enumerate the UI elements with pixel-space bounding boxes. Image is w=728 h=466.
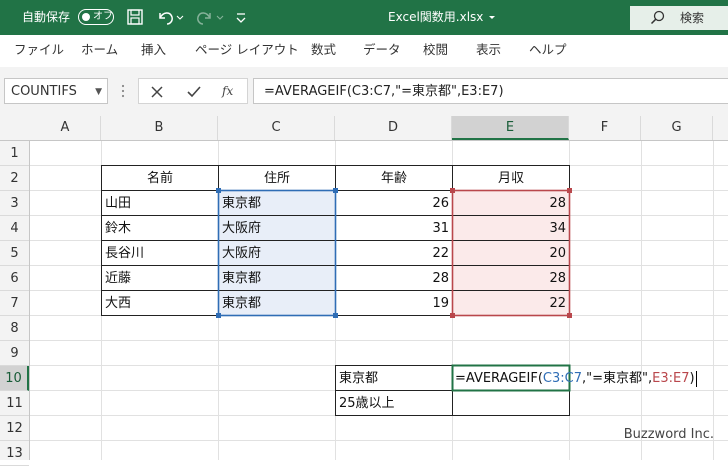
tab-review[interactable]: 校閲 [423, 42, 448, 58]
file-name[interactable]: Excel関数用.xlsx [388, 9, 483, 25]
tab-formulas[interactable]: 数式 [311, 42, 336, 58]
customize-quick-access-icon[interactable] [234, 7, 248, 27]
autosave-label: 自動保存 [22, 10, 71, 24]
column-header-c[interactable]: C [218, 116, 335, 140]
autosave-state: オフ [93, 11, 113, 22]
toggle-knob [82, 12, 90, 21]
tab-file[interactable]: ファイル [14, 42, 64, 58]
table-cell-income[interactable]: 34 [453, 216, 569, 241]
tab-insert[interactable]: 挿入 [141, 42, 166, 58]
row-header-3[interactable]: 3 [0, 191, 29, 216]
tab-view[interactable]: 表示 [476, 42, 501, 58]
table-header-income[interactable]: 月収 [453, 166, 569, 191]
column-header-d[interactable]: D [335, 116, 452, 140]
redo-icon[interactable] [195, 7, 225, 27]
table-header-age[interactable]: 年齢 [336, 166, 452, 191]
table-cell-age[interactable]: 19 [336, 291, 452, 316]
row-header-9[interactable]: 9 [0, 341, 29, 366]
column-headers: A B C D E F G [0, 116, 728, 141]
text-cursor [695, 370, 697, 387]
table-cell-income[interactable]: 28 [453, 266, 569, 291]
search-box[interactable]: 検索 [630, 6, 728, 30]
table-cell-name[interactable]: 長谷川 [102, 241, 218, 266]
row-header-6[interactable]: 6 [0, 266, 29, 291]
row-header-7[interactable]: 7 [0, 291, 29, 316]
column-header-a[interactable]: A [30, 116, 101, 140]
formula-text: =AVERAGEIF(C3:C7,"=東京都",E3:E7) [264, 84, 504, 99]
insert-function-icon[interactable]: fx [222, 82, 233, 100]
table-cell-age[interactable]: 22 [336, 241, 452, 266]
table-cell-name[interactable]: 近藤 [102, 266, 218, 291]
ribbon-tabs: ファイル ホーム 挿入 ページ レイアウト 数式 データ 校閲 表示 ヘルプ [0, 35, 728, 68]
tab-page-layout[interactable]: ページ レイアウト [195, 42, 299, 58]
tab-help[interactable]: ヘルプ [529, 42, 567, 58]
table-cell-age[interactable]: 26 [336, 191, 452, 216]
column-header-b[interactable]: B [101, 116, 218, 140]
column-header-f[interactable]: F [569, 116, 641, 140]
table-cell-age[interactable]: 31 [336, 216, 452, 241]
row-headers: 1 2 3 4 5 6 7 8 9 10 11 12 13 [0, 141, 30, 466]
watermark: Buzzword Inc. [623, 427, 714, 442]
chevron-down-icon[interactable] [488, 14, 496, 22]
table-cell-address[interactable]: 東京都 [219, 291, 335, 316]
formula-input[interactable]: =AVERAGEIF(C3:C7,"=東京都",E3:E7) [253, 78, 728, 104]
table-cell-address[interactable]: 東京都 [219, 191, 335, 216]
more-options-icon[interactable] [120, 84, 126, 98]
table-cell-address[interactable]: 大阪府 [219, 241, 335, 266]
autosave-toggle[interactable]: オフ [78, 9, 114, 25]
table-cell-name[interactable]: 大西 [102, 291, 218, 316]
column-header-g[interactable]: G [641, 116, 713, 140]
table-cell-name[interactable]: 山田 [102, 191, 218, 216]
criteria-tokyo[interactable]: 東京都 [336, 366, 452, 391]
table-cell-income[interactable]: 20 [453, 241, 569, 266]
criteria-age-25-plus[interactable]: 25歳以上 [336, 391, 452, 416]
table-header-name[interactable]: 名前 [102, 166, 218, 191]
name-box-dropdown-icon[interactable]: ▼ [95, 84, 102, 100]
search-icon [650, 10, 665, 25]
formula-bar: COUNTIFS ▼ fx =AVERAGEIF(C3:C7,"=東京都",E3… [0, 67, 728, 116]
row-header-12[interactable]: 12 [0, 416, 29, 441]
editing-cell-formula[interactable]: =AVERAGEIF(C3:C7,"=東京都",E3:E7) [453, 366, 728, 391]
table-header-address[interactable]: 住所 [219, 166, 335, 191]
formula-criteria: ,"=東京都", [581, 371, 653, 386]
row-header-10[interactable]: 10 [0, 366, 29, 391]
row-header-13[interactable]: 13 [0, 441, 29, 466]
formula-prefix: =AVERAGEIF( [455, 371, 543, 386]
enter-check-icon[interactable] [186, 85, 202, 99]
name-box[interactable]: COUNTIFS ▼ [4, 78, 108, 104]
title-bar: 自動保存 オフ Excel関数用.xlsx 検索 [0, 0, 728, 35]
row-header-8[interactable]: 8 [0, 316, 29, 341]
table-cell-address[interactable]: 東京都 [219, 266, 335, 291]
search-label: 検索 [680, 11, 705, 25]
column-header-e[interactable]: E [452, 116, 569, 140]
formula-suffix: ) [689, 371, 695, 386]
save-icon[interactable] [125, 7, 145, 27]
formula-range2: E3:E7 [652, 371, 690, 386]
table-cell-age[interactable]: 28 [336, 266, 452, 291]
row-header-11[interactable]: 11 [0, 391, 29, 416]
row-header-4[interactable]: 4 [0, 216, 29, 241]
tab-data[interactable]: データ [363, 42, 401, 58]
table-cell-name[interactable]: 鈴木 [102, 216, 218, 241]
undo-icon[interactable] [155, 7, 185, 27]
name-box-value: COUNTIFS [11, 84, 77, 99]
formula-buttons: fx [138, 78, 248, 104]
row-header-1[interactable]: 1 [0, 141, 29, 166]
table-cell-address[interactable]: 大阪府 [219, 216, 335, 241]
formula-range1: C3:C7 [542, 371, 582, 386]
row-header-2[interactable]: 2 [0, 166, 29, 191]
worksheet-grid[interactable]: 名前 住所 年齢 月収 山田 東京都 26 28 鈴木 大阪府 31 34 長谷… [30, 141, 728, 460]
table-cell-income[interactable]: 28 [453, 191, 569, 216]
cancel-icon[interactable] [150, 85, 164, 99]
table-cell-income[interactable]: 22 [453, 291, 569, 316]
row-header-5[interactable]: 5 [0, 241, 29, 266]
tab-home[interactable]: ホーム [81, 42, 118, 58]
